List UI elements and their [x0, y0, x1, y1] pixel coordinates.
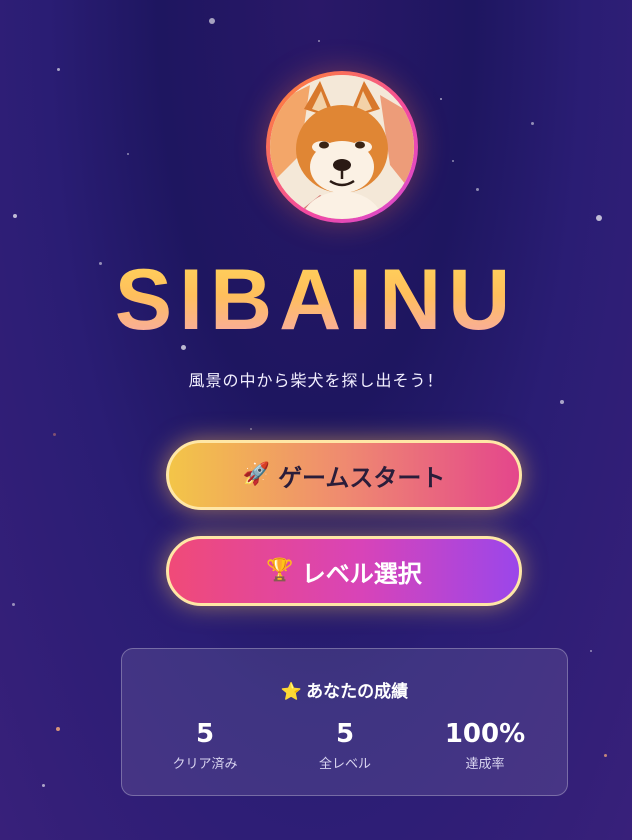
- stat-cleared-label: クリア済み: [172, 757, 238, 772]
- game-title: SIBAINU: [0, 252, 632, 348]
- star-icon: ⭐: [280, 682, 303, 702]
- level-select-button[interactable]: 🏆 レベル選択: [166, 536, 522, 606]
- trophy-icon: 🏆: [266, 558, 294, 583]
- level-select-label: レベル選択: [301, 559, 422, 588]
- rocket-icon: 🚀: [242, 462, 271, 487]
- stat-total-levels-label: 全レベル: [318, 757, 371, 772]
- stats-title-text: あなたの成績: [306, 682, 409, 702]
- game-subtitle: 風景の中から柴犬を探し出そう！: [188, 371, 444, 390]
- stat-completion-rate: 100% 達成率: [420, 719, 550, 772]
- stats-title: ⭐ あなたの成績: [122, 677, 567, 702]
- stat-cleared: 5 クリア済み: [140, 719, 270, 772]
- stat-completion-rate-label: 達成率: [465, 757, 505, 772]
- shiba-avatar: [266, 71, 418, 223]
- stats-card: ⭐ あなたの成績 5 クリア済み 5 全レベル 100% 達成率: [121, 648, 568, 796]
- stat-total-levels: 5 全レベル: [280, 719, 410, 772]
- stat-completion-rate-value: 100%: [444, 719, 526, 749]
- stat-total-levels-value: 5: [335, 719, 355, 749]
- game-start-label: ゲームスタート: [278, 463, 446, 492]
- game-start-button[interactable]: 🚀 ゲームスタート: [166, 440, 522, 510]
- stat-cleared-value: 5: [195, 719, 215, 749]
- shiba-inu-icon: [270, 75, 414, 219]
